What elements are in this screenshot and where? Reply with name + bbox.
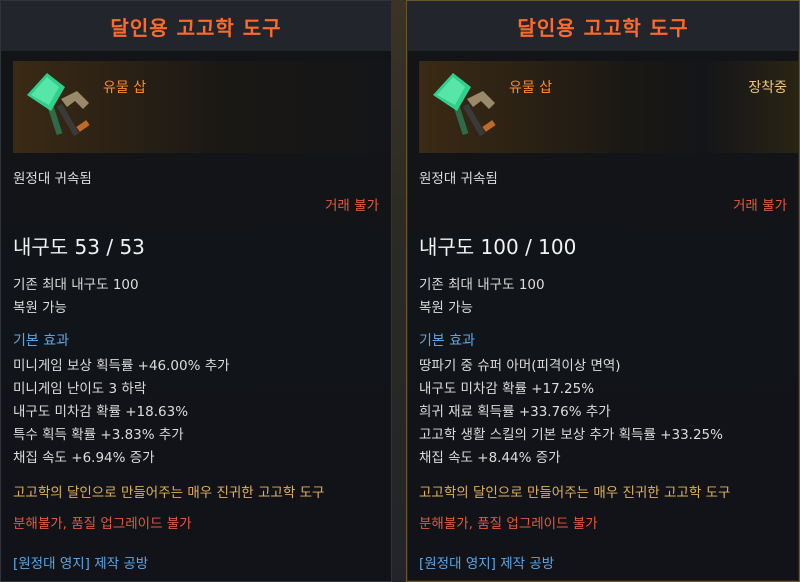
effect-line: 미니게임 난이도 3 하락 — [13, 381, 147, 397]
crafting-source: [원정대 영지] 제작 공방 — [13, 556, 149, 572]
item-description: 고고학의 달인으로 만들어주는 매우 진귀한 고고학 도구 — [419, 485, 731, 501]
trade-status: 거래 불가 — [325, 198, 379, 214]
basic-effect-label: 기본 효과 — [13, 333, 69, 349]
bound-status: 원정대 귀속됨 — [419, 171, 498, 187]
effect-line: 미니게임 보상 획득률 +46.00% 추가 — [13, 358, 230, 374]
effect-line: 채집 속도 +8.44% 증가 — [419, 450, 561, 466]
effect-line: 채집 속도 +6.94% 증가 — [13, 450, 155, 466]
tooltip-title: 달인용 고고학 도구 — [1, 1, 391, 51]
restriction: 분해불가, 품질 업그레이드 불가 — [13, 516, 192, 532]
effect-line: 고고학 생활 스킬의 기본 보상 추가 획득률 +33.25% — [419, 427, 723, 443]
item-description: 고고학의 달인으로 만들어주는 매우 진귀한 고고학 도구 — [13, 485, 325, 501]
tooltip-title: 달인용 고고학 도구 — [407, 1, 799, 51]
shovel-pickaxe-icon — [433, 73, 496, 137]
item-header: 유물 삽 — [13, 61, 391, 153]
crafting-source: [원정대 영지] 제작 공방 — [419, 556, 555, 572]
effect-line: 내구도 미차감 확률 +18.63% — [13, 404, 189, 420]
background-gap — [392, 0, 406, 582]
repairable: 복원 가능 — [13, 300, 67, 316]
shovel-pickaxe-icon — [27, 73, 90, 137]
item-grade-label: 유물 삽 — [103, 80, 147, 96]
equipped-badge: 장착중 — [748, 80, 787, 96]
effect-line: 내구도 미차감 확률 +17.25% — [419, 381, 595, 397]
durability: 내구도 100 / 100 — [419, 235, 577, 259]
bound-status: 원정대 귀속됨 — [13, 171, 92, 187]
max-durability: 기존 최대 내구도 100 — [419, 277, 545, 293]
effect-line: 희귀 재료 획득률 +33.76% 추가 — [419, 404, 611, 420]
item-tooltip-equipped: 달인용 고고학 도구 유물 삽 장착중 원정대 귀속됨 거래 불가 내구도 10… — [406, 0, 800, 582]
restriction: 분해불가, 품질 업그레이드 불가 — [419, 516, 598, 532]
basic-effect-label: 기본 효과 — [419, 333, 475, 349]
item-tooltip-compare: 달인용 고고학 도구 유물 삽 원정대 귀속됨 거래 불가 내구도 53 / 5… — [0, 0, 392, 582]
durability: 내구도 53 / 53 — [13, 235, 145, 259]
max-durability: 기존 최대 내구도 100 — [13, 277, 139, 293]
item-header: 유물 삽 장착중 — [419, 61, 799, 153]
repairable: 복원 가능 — [419, 300, 473, 316]
item-grade-label: 유물 삽 — [509, 80, 553, 96]
effect-line: 특수 획득 확률 +3.83% 추가 — [13, 427, 184, 443]
effect-line: 땅파기 중 슈퍼 아머(피격이상 면역) — [419, 358, 621, 374]
trade-status: 거래 불가 — [733, 198, 787, 214]
